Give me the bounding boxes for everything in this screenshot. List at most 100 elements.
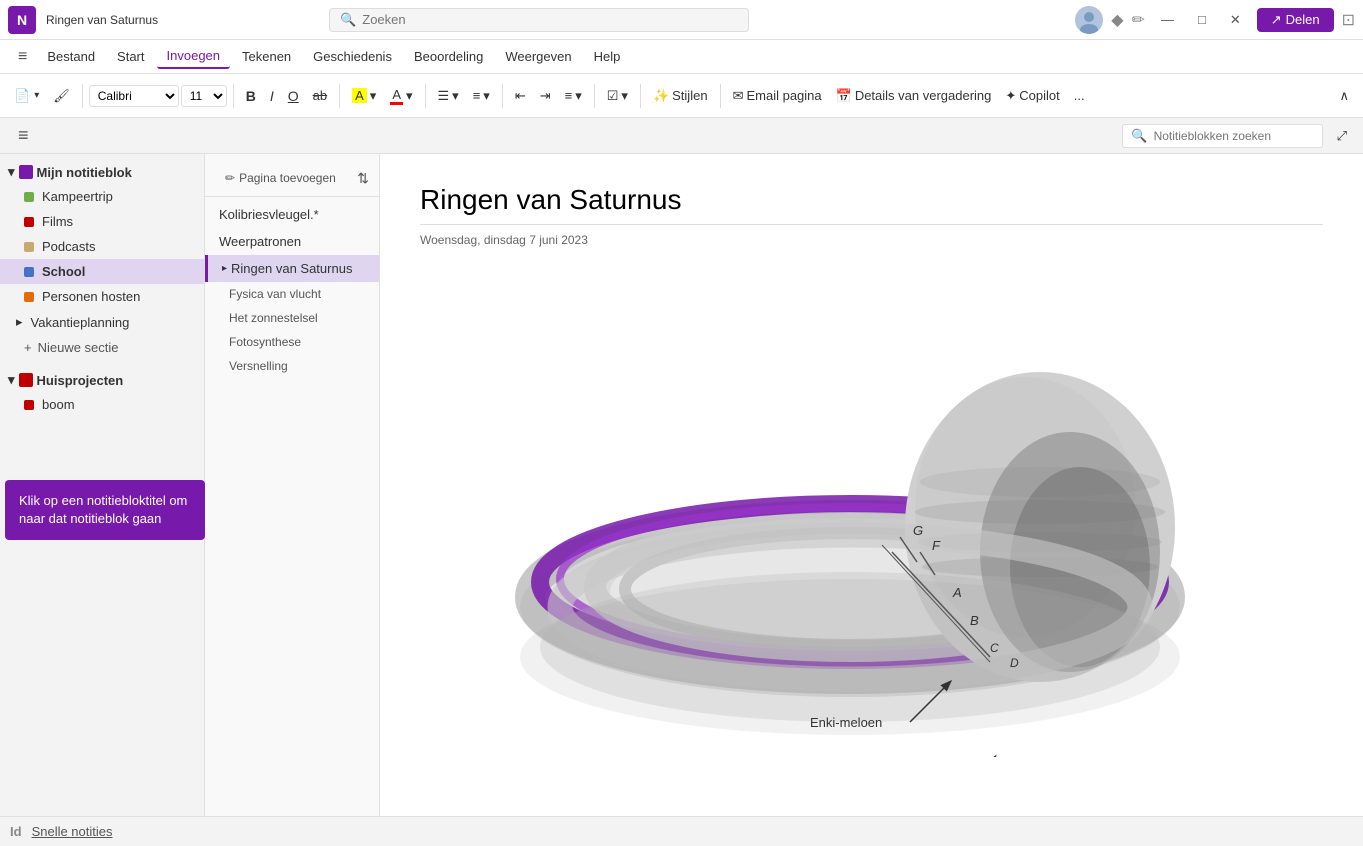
page-versnelling[interactable]: Versnelling — [205, 354, 379, 378]
page-title: Ringen van Saturnus — [420, 184, 1323, 225]
color-dot-films — [24, 217, 34, 227]
menu-tekenen[interactable]: Tekenen — [232, 45, 301, 68]
section-kampeertrip[interactable]: Kampeertrip — [0, 184, 204, 209]
search-input[interactable] — [362, 12, 738, 27]
menu-weergeven[interactable]: Weergeven — [495, 45, 581, 68]
id-label: Id — [10, 824, 22, 839]
bold-btn[interactable]: B — [240, 84, 262, 108]
section-boom[interactable]: boom — [0, 392, 204, 417]
diamond-icon: ◆ — [1111, 10, 1123, 30]
notebook-huisprojecten[interactable]: ▾ Huisprojecten — [0, 368, 204, 392]
email-page-btn[interactable]: ✉ Email pagina — [727, 84, 828, 108]
pen-icon: ✏ — [1132, 10, 1145, 30]
sep2 — [233, 84, 234, 108]
checkbox-btn[interactable]: ☑ ▾ — [601, 84, 634, 108]
font-size-select[interactable]: 11 — [181, 85, 227, 107]
main-layout: ▾ Mijn notitieblok Kampeertrip Films Pod… — [0, 154, 1363, 846]
color-dot-personen — [24, 292, 34, 302]
close-button[interactable]: ✕ — [1222, 8, 1249, 32]
styles-icon: ✨ — [653, 88, 669, 104]
expand-arrow-vakantieplanning: ▸ — [16, 314, 23, 330]
search-box[interactable]: 🔍 — [329, 8, 749, 32]
svg-text:D: D — [1010, 656, 1019, 670]
add-section-mijn[interactable]: + Nieuwe sectie — [0, 335, 204, 360]
checkbox-icon: ☑ — [607, 88, 619, 104]
meeting-icon: 📅 — [836, 88, 852, 104]
section-films[interactable]: Films — [0, 209, 204, 234]
notebook-color-huis — [19, 373, 33, 387]
font-color-icon: A — [390, 87, 403, 105]
snelle-notities-link[interactable]: Snelle notities — [32, 824, 113, 839]
content-area[interactable]: Ringen van Saturnus Woensdag, dinsdag 7 … — [380, 154, 1363, 846]
notebook-mijn[interactable]: ▾ Mijn notitieblok — [0, 160, 204, 184]
outdent-btn[interactable]: ⇤ — [509, 84, 532, 108]
sep6 — [594, 84, 595, 108]
tooltip-popup: Klik op een notitiebloktitel om naar dat… — [5, 480, 205, 540]
minimize-button[interactable]: — — [1153, 8, 1182, 31]
sep4 — [425, 84, 426, 108]
menu-start[interactable]: Start — [107, 45, 154, 68]
numbering-icon: ≡ — [473, 88, 481, 103]
menu-invoegen[interactable]: Invoegen — [157, 44, 231, 69]
numbering-btn[interactable]: ≡ ▾ — [467, 84, 496, 108]
sep5 — [502, 84, 503, 108]
more-btn[interactable]: ... — [1068, 84, 1091, 107]
checkbox-dropdown: ▾ — [621, 88, 628, 104]
menu-geschiedenis[interactable]: Geschiedenis — [303, 45, 402, 68]
section-vakantieplanning[interactable]: ▸ Vakantieplanning — [0, 309, 204, 335]
sep1 — [82, 84, 83, 108]
saturn-illustration: G F A B C D — [420, 267, 1200, 757]
add-page-button[interactable]: ✏ Pagina toevoegen — [215, 166, 346, 190]
strikethrough-btn[interactable]: ab — [307, 84, 333, 107]
font-select[interactable]: Calibri — [89, 85, 179, 107]
menu-bestand[interactable]: Bestand — [37, 45, 105, 68]
menu-help[interactable]: Help — [584, 45, 631, 68]
section-personen[interactable]: Personen hosten — [0, 284, 204, 309]
expand-content-btn[interactable]: ⤢ — [1331, 124, 1353, 148]
svg-text:Enki-meloen: Enki-meloen — [810, 715, 882, 730]
bottom-bar: Id Snelle notities — [0, 816, 1363, 846]
new-page-btn[interactable]: 📄 ▾ — [8, 84, 45, 108]
highlight-dropdown: ▾ — [370, 88, 377, 104]
indent-btn[interactable]: ⇥ — [534, 84, 557, 108]
color-dot-kampeertrip — [24, 192, 34, 202]
page-fysica[interactable]: Fysica van vlucht — [205, 282, 379, 306]
align-btn[interactable]: ≡ ▾ — [559, 84, 588, 108]
styles-btn[interactable]: ✨ Stijlen — [647, 84, 714, 108]
paint-icon: 🖌 — [53, 88, 70, 104]
collapse-sidebar-btn[interactable]: ≡ — [10, 121, 37, 150]
toolbar-expand-btn[interactable]: ∧ — [1333, 84, 1355, 108]
share-button[interactable]: ↗ Delen — [1257, 8, 1334, 32]
numbering-dropdown: ▾ — [483, 88, 490, 104]
section-podcasts[interactable]: Podcasts — [0, 234, 204, 259]
page-kolibriesvleugel[interactable]: Kolibriesvleugel.* — [205, 201, 379, 228]
notebook-expand-icon-huis: ▾ — [8, 372, 15, 388]
bullets-btn[interactable]: ☰ ▾ — [432, 84, 465, 108]
notebook-color-mijn — [19, 165, 33, 179]
sep7 — [640, 84, 641, 108]
maximize-button[interactable]: □ — [1190, 8, 1214, 31]
underline-btn[interactable]: O — [282, 84, 305, 108]
font-color-btn[interactable]: A ▾ — [384, 83, 418, 109]
sep3 — [339, 84, 340, 108]
copilot-btn[interactable]: ✦ Copilot — [999, 84, 1065, 108]
add-icon-mijn: + — [24, 340, 32, 355]
sort-pages-button[interactable]: ⇅ — [357, 170, 369, 187]
italic-btn[interactable]: I — [264, 84, 280, 108]
page-zonnestelsel[interactable]: Het zonnestelsel — [205, 306, 379, 330]
section-school[interactable]: School — [0, 259, 204, 284]
notebook-search-box[interactable]: 🔍 — [1122, 124, 1322, 148]
avatar[interactable] — [1075, 6, 1103, 34]
page-weerpatronen[interactable]: Weerpatronen — [205, 228, 379, 255]
svg-text:C: C — [990, 641, 999, 655]
toolbar: 📄 ▾ 🖌 Calibri 11 B I O ab A ▾ A ▾ ☰ ▾ ≡ … — [0, 74, 1363, 118]
format-paint-btn[interactable]: 🖌 — [47, 84, 76, 108]
page-ringen[interactable]: ▸ Ringen van Saturnus — [205, 255, 379, 282]
meeting-details-btn[interactable]: 📅 Details van vergadering — [830, 84, 998, 108]
highlight-btn[interactable]: A ▾ — [346, 84, 382, 108]
notebook-search-input[interactable] — [1154, 129, 1314, 143]
expand-sidebar-icon[interactable]: ⊡ — [1342, 10, 1355, 30]
menu-beoordeling[interactable]: Beoordeling — [404, 45, 493, 68]
page-fotosynthese[interactable]: Fotosynthese — [205, 330, 379, 354]
hamburger-menu[interactable]: ≡ — [10, 44, 35, 70]
